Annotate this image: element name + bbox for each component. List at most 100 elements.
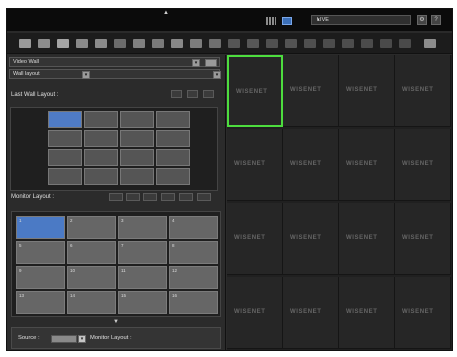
source-select[interactable] — [51, 335, 77, 343]
monitor-layout-button-2[interactable] — [126, 193, 140, 201]
camera-tile[interactable]: WISENET — [339, 129, 395, 201]
monitor-cell[interactable]: 3 — [118, 216, 167, 239]
layout-icon[interactable] — [19, 39, 31, 48]
monitor-cell[interactable]: 13 — [16, 291, 65, 314]
person-icon[interactable] — [380, 39, 392, 48]
expand-arrow-icon[interactable]: ▼ — [113, 319, 119, 325]
camera-tile[interactable]: WISENET — [395, 55, 451, 127]
monitor-cell[interactable]: 10 — [67, 266, 116, 289]
monitor-cell[interactable]: 14 — [67, 291, 116, 314]
wall-cell[interactable] — [156, 149, 190, 166]
multi-grid-icon[interactable] — [266, 17, 276, 25]
monitor-layout-button-3[interactable] — [143, 193, 157, 201]
camera-tile[interactable]: WISENET — [339, 277, 395, 349]
record-icon[interactable] — [76, 39, 88, 48]
camera-tile[interactable]: WISENET — [339, 203, 395, 275]
camera-tile[interactable]: WISENET — [283, 55, 339, 127]
monitor-cell[interactable]: 11 — [118, 266, 167, 289]
wall-cell[interactable] — [48, 111, 82, 128]
monitor-cell[interactable]: 1 — [16, 216, 65, 239]
wall-cell[interactable] — [156, 130, 190, 147]
monitor-cell[interactable]: 2 — [67, 216, 116, 239]
tile-label: WISENET — [236, 89, 268, 95]
monitor-cell[interactable]: 15 — [118, 291, 167, 314]
pen-icon[interactable] — [247, 39, 259, 48]
settings-icon[interactable]: ⚙ — [417, 15, 427, 25]
group-icon[interactable] — [57, 39, 69, 48]
layout-load-button[interactable] — [187, 90, 198, 98]
cell-number: 9 — [19, 268, 22, 273]
trash-icon[interactable] — [323, 39, 335, 48]
camera-tile[interactable]: WISENET — [395, 277, 451, 349]
monitor-cell[interactable]: 9 — [16, 266, 65, 289]
wall-cell[interactable] — [84, 111, 118, 128]
monitor-layout-button-6[interactable] — [197, 193, 211, 201]
zoom-icon[interactable] — [266, 39, 278, 48]
box-icon[interactable] — [171, 39, 183, 48]
camera-tile[interactable]: WISENET — [283, 129, 339, 201]
wall-cell[interactable] — [84, 149, 118, 166]
camera-tile[interactable]: WISENET — [227, 129, 283, 201]
wall-cell[interactable] — [156, 111, 190, 128]
sequence-icon[interactable] — [114, 39, 126, 48]
screen-icon[interactable] — [152, 39, 164, 48]
wall-cell[interactable] — [120, 111, 154, 128]
camera-tile[interactable]: WISENET — [227, 55, 283, 127]
grid-edit-icon[interactable] — [228, 39, 240, 48]
monitor-cell[interactable]: 5 — [16, 241, 65, 264]
camera-tile[interactable]: WISENET — [339, 55, 395, 127]
info-icon[interactable] — [399, 39, 411, 48]
audio-icon[interactable] — [304, 39, 316, 48]
wall-cell[interactable] — [84, 168, 118, 185]
collapse-arrow-icon[interactable]: ▲ — [163, 10, 169, 16]
wall-cell[interactable] — [120, 130, 154, 147]
monitor-layout-button-5[interactable] — [179, 193, 193, 201]
display-icon[interactable] — [342, 39, 354, 48]
monitor-cell[interactable]: 12 — [169, 266, 218, 289]
camera-tile[interactable]: WISENET — [283, 203, 339, 275]
monitor-layout-button-4[interactable] — [161, 193, 175, 201]
wall-cell[interactable] — [48, 149, 82, 166]
monitor-icon[interactable] — [424, 39, 436, 48]
alert-icon[interactable] — [361, 39, 373, 48]
lock-icon[interactable] — [133, 39, 145, 48]
monitor-cell[interactable]: 7 — [118, 241, 167, 264]
wall-cell[interactable] — [84, 130, 118, 147]
chevron-down-icon[interactable]: ▾ — [78, 335, 86, 343]
camera-tile[interactable]: WISENET — [227, 277, 283, 349]
cell-number: 13 — [19, 293, 25, 298]
monitor-cell[interactable]: 6 — [67, 241, 116, 264]
layout-save-button[interactable] — [171, 90, 182, 98]
print-icon[interactable] — [190, 39, 202, 48]
wall-layout-select[interactable]: Wall layout ▾ ▾ — [9, 69, 221, 79]
tile-label: WISENET — [290, 161, 322, 167]
chevron-down-icon: ▾ — [213, 71, 221, 79]
wall-cell[interactable] — [120, 168, 154, 185]
wall-settings-icon[interactable] — [205, 59, 217, 67]
wall-cell[interactable] — [48, 168, 82, 185]
wall-cell[interactable] — [156, 168, 190, 185]
video-wall-icon[interactable] — [282, 17, 292, 25]
video-wall-select[interactable]: Video Wall ▾ — [9, 57, 220, 67]
monitor-layout-button-1[interactable] — [109, 193, 123, 201]
camera-tile[interactable]: WISENET — [395, 203, 451, 275]
monitor-cell[interactable]: 4 — [169, 216, 218, 239]
brush-icon[interactable] — [285, 39, 297, 48]
monitor-cell[interactable]: 8 — [169, 241, 218, 264]
image-icon[interactable] — [209, 39, 221, 48]
split-icon[interactable] — [95, 39, 107, 48]
camera-tile[interactable]: WISENET — [283, 277, 339, 349]
tile-label: WISENET — [234, 235, 266, 241]
tile-label: WISENET — [346, 161, 378, 167]
camera-tile[interactable]: WISENET — [227, 203, 283, 275]
monitor-layout-bottom-label: Monitor Layout : — [90, 335, 132, 341]
monitor-cell[interactable]: 16 — [169, 291, 218, 314]
wall-cell[interactable] — [120, 149, 154, 166]
tile-label: WISENET — [346, 87, 378, 93]
live-mode-select[interactable]: LIVE ▾ — [311, 15, 411, 25]
camera-icon[interactable] — [38, 39, 50, 48]
layout-reset-button[interactable] — [203, 90, 214, 98]
help-icon[interactable]: ? — [431, 15, 441, 25]
wall-cell[interactable] — [48, 130, 82, 147]
camera-tile[interactable]: WISENET — [395, 129, 451, 201]
